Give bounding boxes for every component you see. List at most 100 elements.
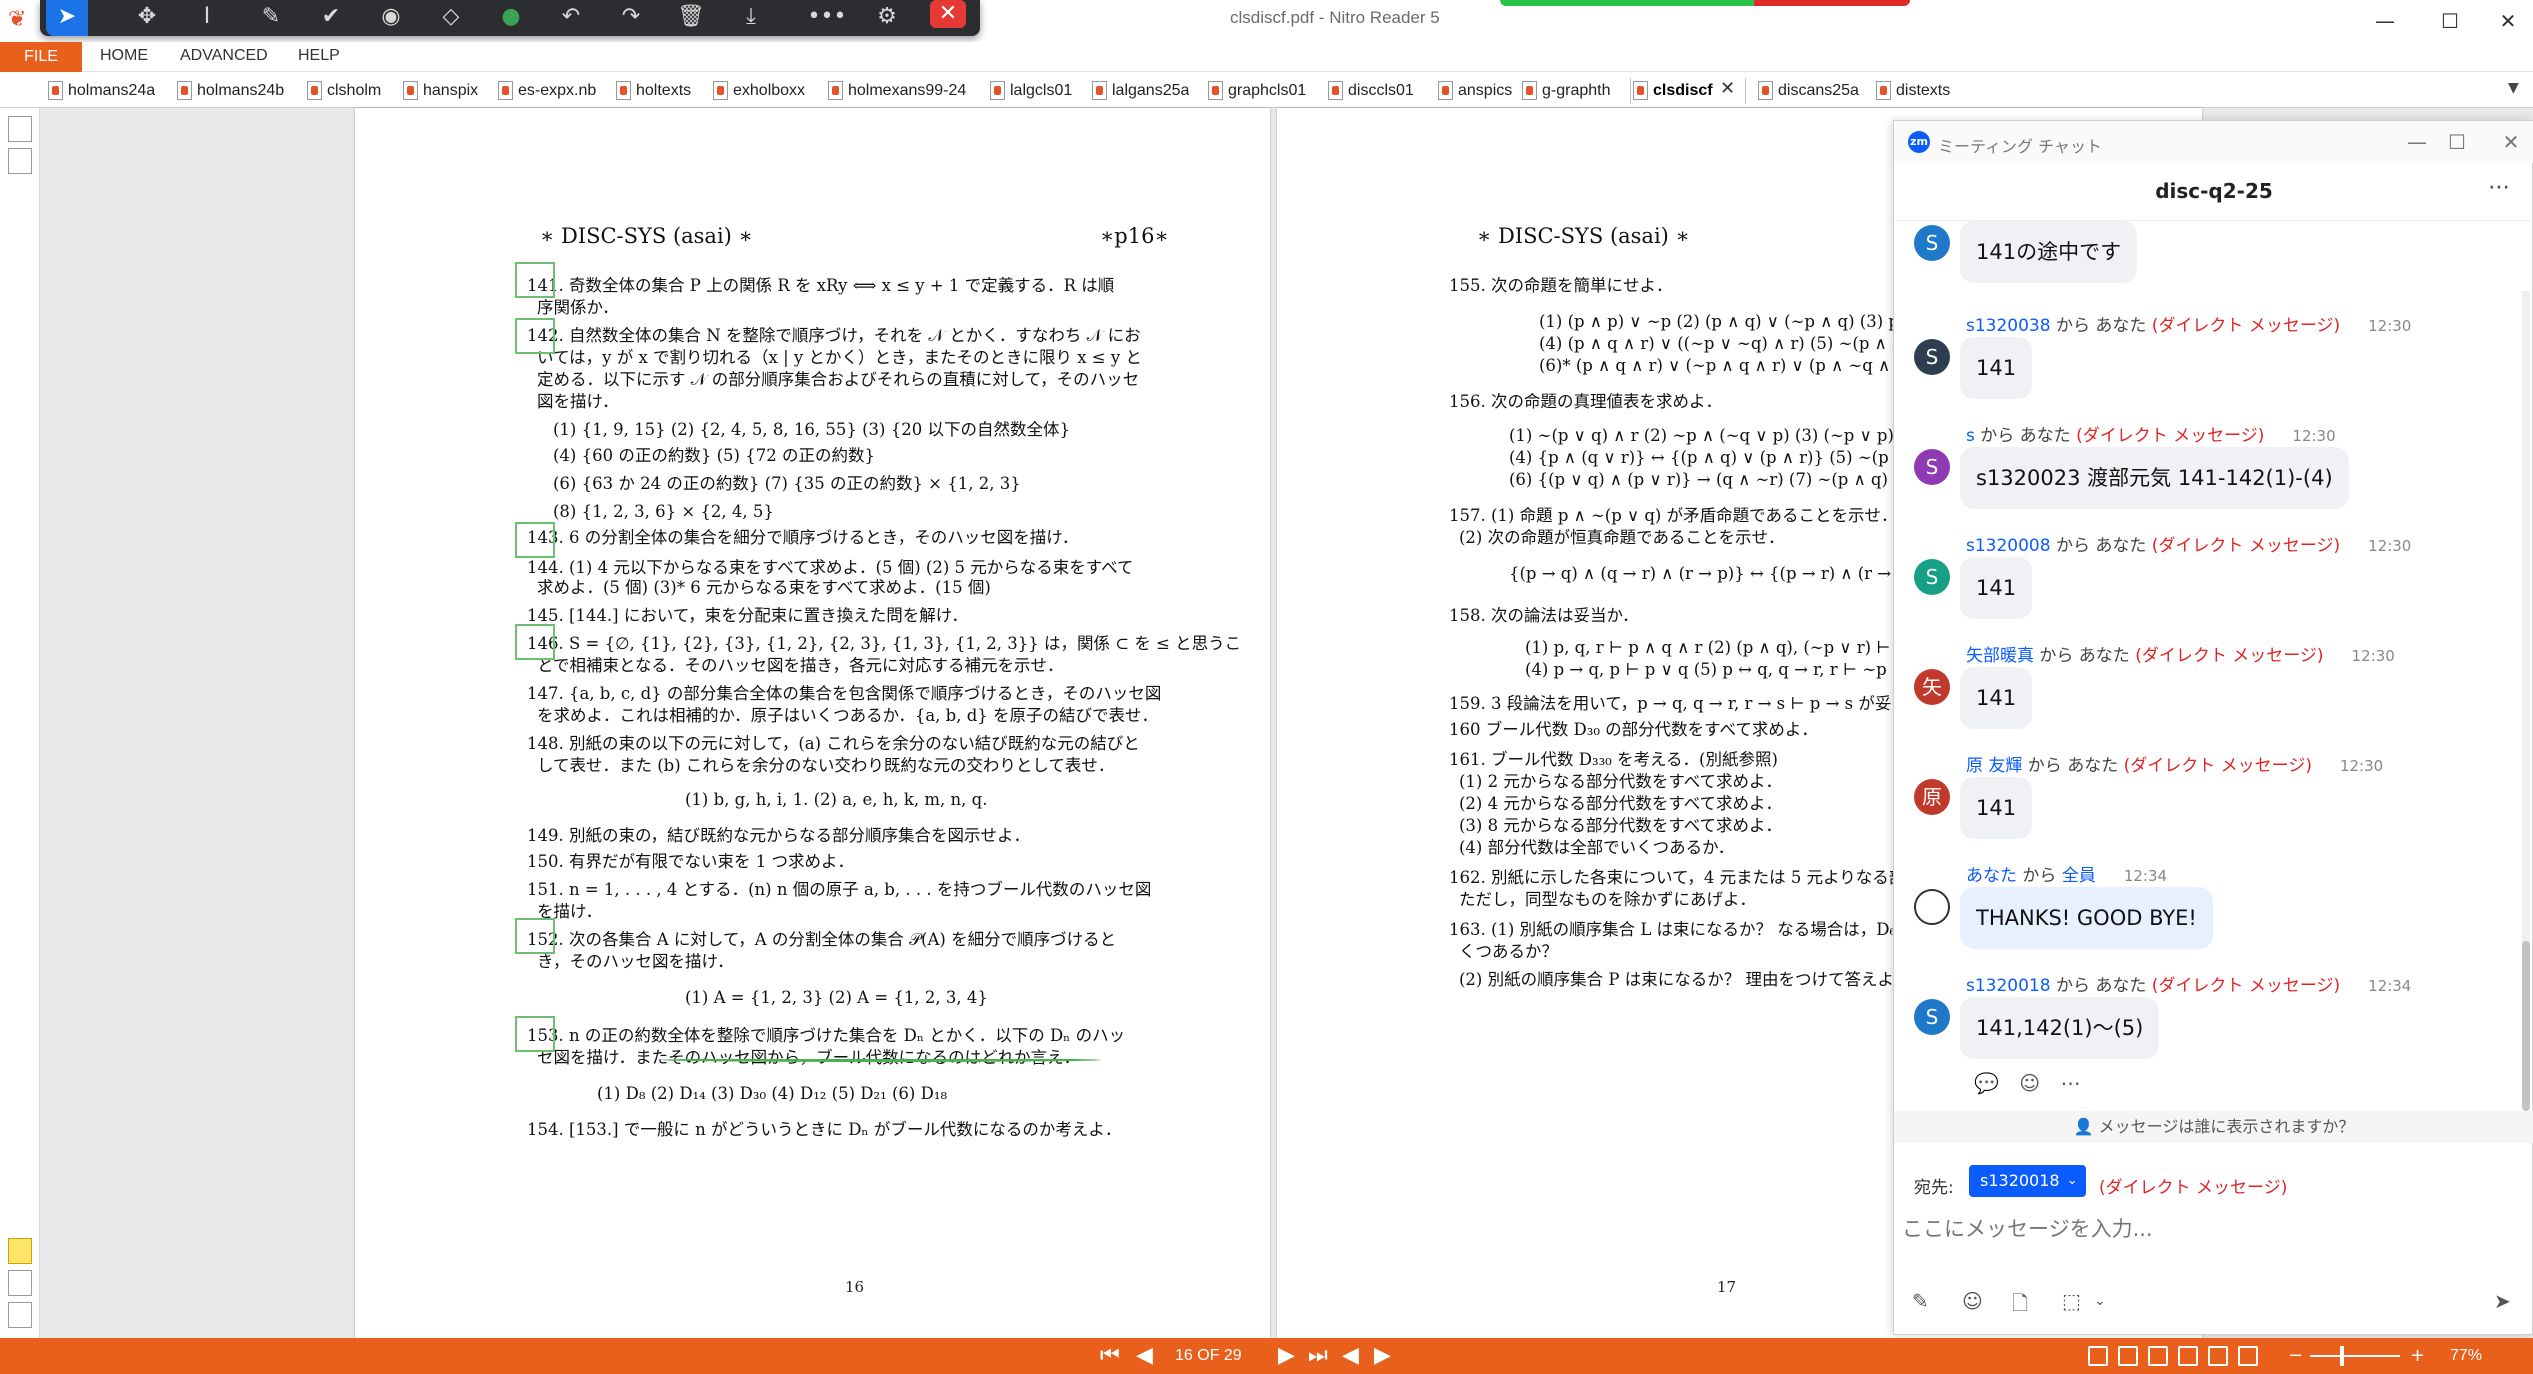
- tab-discans25a[interactable]: discans25a: [1756, 78, 1859, 104]
- message-bubble[interactable]: 141,142(1)〜(5): [1960, 997, 2160, 1059]
- zoom-in-icon[interactable]: +: [2410, 1342, 2425, 1370]
- check-icon[interactable]: ✔: [310, 0, 352, 36]
- green-annotation-box[interactable]: [515, 918, 555, 954]
- chat-minimize-icon[interactable]: —: [2400, 127, 2434, 157]
- next-page-icon[interactable]: ▶: [1278, 1342, 1295, 1370]
- emoji-icon[interactable]: ☺: [1962, 1289, 1983, 1313]
- message-list[interactable]: S 141の途中です Ss1320038 から あなた (ダイレクト メッセージ) 1…: [1894, 221, 2519, 1111]
- undo-icon[interactable]: ↶: [550, 0, 592, 36]
- tab-holmans24b[interactable]: holmans24b: [175, 78, 284, 104]
- tab-exholboxx[interactable]: exholboxx: [711, 78, 805, 104]
- chat-close-icon[interactable]: ✕: [2494, 127, 2528, 157]
- green-annotation-box[interactable]: [515, 522, 555, 558]
- green-annotation-box[interactable]: [515, 262, 555, 298]
- menu-home[interactable]: HOME: [100, 47, 148, 65]
- continuous-view-icon[interactable]: [2118, 1346, 2138, 1366]
- chat-more-icon[interactable]: ⋯: [2488, 175, 2510, 200]
- zoom-level[interactable]: 77%: [2450, 1347, 2482, 1365]
- move-icon[interactable]: ✥: [126, 0, 168, 36]
- redo-icon[interactable]: ↷: [610, 0, 652, 36]
- maximize-button[interactable]: ☐: [2425, 2, 2475, 40]
- green-annotation-box[interactable]: [515, 318, 555, 354]
- avatar[interactable]: S: [1914, 449, 1950, 485]
- avatar[interactable]: 原: [1914, 779, 1950, 815]
- tab-lalgans25a[interactable]: lalgans25a: [1090, 78, 1189, 104]
- format-icon[interactable]: ✎: [1912, 1289, 1929, 1313]
- tab-holmans24a[interactable]: holmans24a: [46, 78, 155, 104]
- tab-holmexans99-24[interactable]: holmexans99-24: [826, 78, 966, 104]
- previous-view-icon[interactable]: ◀: [1342, 1342, 1359, 1370]
- trash-icon[interactable]: 🗑: [670, 0, 712, 36]
- sender-name[interactable]: あなた: [1966, 866, 2017, 886]
- tab-es-expx[interactable]: es-expx.nb: [496, 78, 596, 104]
- avatar[interactable]: S: [1914, 999, 1950, 1035]
- file-icon[interactable]: 🗋: [2012, 1289, 2028, 1323]
- comments-panel-icon[interactable]: [8, 1238, 32, 1264]
- sender-name[interactable]: s: [1966, 426, 1975, 446]
- tab-lalgcls01[interactable]: lalgcls01: [988, 78, 1072, 104]
- message-bubble[interactable]: 141: [1960, 667, 2033, 729]
- chat-message[interactable]: 矢矢部暖真 から あなた (ダイレクト メッセージ) 12:30 141: [1894, 641, 2519, 751]
- message-bubble[interactable]: 141の途中です: [1960, 221, 2138, 283]
- sender-name[interactable]: 矢部暖真: [1966, 646, 2034, 666]
- tab-overflow-icon[interactable]: ▼: [2508, 80, 2519, 96]
- avatar[interactable]: S: [1914, 339, 1950, 375]
- message-bubble[interactable]: 141: [1960, 337, 2033, 399]
- emoji-reaction-icon[interactable]: ☺: [2019, 1071, 2040, 1095]
- chat-message[interactable]: Ss1320018 から あなた (ダイレクト メッセージ) 12:34 141,1…: [1894, 971, 2519, 1081]
- chevron-down-icon[interactable]: ⌄: [2094, 1293, 2106, 1309]
- tab-close-icon[interactable]: ✕: [1720, 78, 1735, 99]
- privacy-notice[interactable]: 👤 メッセージは誰に表示されますか？: [1894, 1111, 2533, 1143]
- bookmarks-panel-icon[interactable]: [8, 1302, 32, 1328]
- tab-holtexts[interactable]: holtexts: [614, 78, 691, 104]
- chat-message[interactable]: Ss から あなた (ダイレクト メッセージ) 12:30 s1320023 渡部元…: [1894, 421, 2519, 531]
- more-actions-icon[interactable]: ⋯: [2060, 1071, 2080, 1095]
- zoom-slider[interactable]: [2310, 1355, 2400, 1357]
- pages-panel-icon[interactable]: [8, 116, 32, 142]
- user-settings-icon[interactable]: ⚙: [866, 0, 908, 36]
- close-button[interactable]: ✕: [2483, 2, 2533, 40]
- previous-page-icon[interactable]: ◀: [1136, 1342, 1153, 1370]
- facing-continuous-view-icon[interactable]: [2178, 1346, 2198, 1366]
- screenshot-icon[interactable]: ⬚: [2062, 1289, 2081, 1313]
- message-bubble[interactable]: 141: [1960, 777, 2033, 839]
- green-annotation-box[interactable]: [515, 1016, 555, 1052]
- facing-view-icon[interactable]: [2148, 1346, 2168, 1366]
- zoom-out-icon[interactable]: −: [2288, 1342, 2303, 1370]
- chat-message[interactable]: 原原 友輝 から あなた (ダイレクト メッセージ) 12:30 141: [1894, 751, 2519, 861]
- chat-scrollbar-thumb[interactable]: [2522, 941, 2530, 1111]
- first-page-icon[interactable]: ⏮: [1100, 1342, 1120, 1370]
- output-panel-icon[interactable]: [8, 1270, 32, 1296]
- text-cursor-icon[interactable]: I: [186, 0, 228, 36]
- last-page-icon[interactable]: ⏭: [1308, 1342, 1328, 1370]
- menu-file[interactable]: FILE: [0, 42, 82, 72]
- send-icon[interactable]: ➤: [2494, 1289, 2511, 1313]
- next-view-icon[interactable]: ▶: [1374, 1342, 1391, 1370]
- tab-graphcls01[interactable]: graphcls01: [1206, 78, 1306, 104]
- tab-g-graphth[interactable]: g-graphth: [1520, 78, 1611, 104]
- page-indicator[interactable]: 16 OF 29: [1175, 1347, 1242, 1365]
- fit-width-icon[interactable]: [2238, 1346, 2258, 1366]
- avatar[interactable]: [1914, 889, 1950, 925]
- attachments-panel-icon[interactable]: [8, 148, 32, 174]
- sender-name[interactable]: s1320018: [1966, 976, 2051, 996]
- menu-help[interactable]: HELP: [298, 47, 340, 65]
- tab-anspics[interactable]: anspics: [1436, 78, 1512, 104]
- toolbar-close-icon[interactable]: ✕: [930, 0, 966, 28]
- minimize-button[interactable]: —: [2360, 2, 2410, 40]
- chat-message[interactable]: Ss1320008 から あなた (ダイレクト メッセージ) 12:30 141: [1894, 531, 2519, 641]
- eraser-icon[interactable]: ◇: [430, 0, 472, 36]
- chat-maximize-icon[interactable]: ☐: [2440, 127, 2474, 157]
- color-dot-icon[interactable]: ●: [490, 0, 532, 36]
- avatar[interactable]: S: [1914, 225, 1950, 261]
- sender-name[interactable]: s1320038: [1966, 316, 2051, 336]
- green-annotation-box[interactable]: [515, 624, 555, 660]
- menu-advanced[interactable]: ADVANCED: [180, 47, 268, 65]
- single-page-view-icon[interactable]: [2088, 1346, 2108, 1366]
- avatar[interactable]: S: [1914, 559, 1950, 595]
- sender-name[interactable]: s1320008: [1966, 536, 2051, 556]
- tab-hanspix[interactable]: hanspix: [401, 78, 478, 104]
- message-input[interactable]: [1902, 1209, 2502, 1249]
- tab-clsholm[interactable]: clsholm: [305, 78, 381, 104]
- tab-distexts[interactable]: distexts: [1874, 78, 1950, 104]
